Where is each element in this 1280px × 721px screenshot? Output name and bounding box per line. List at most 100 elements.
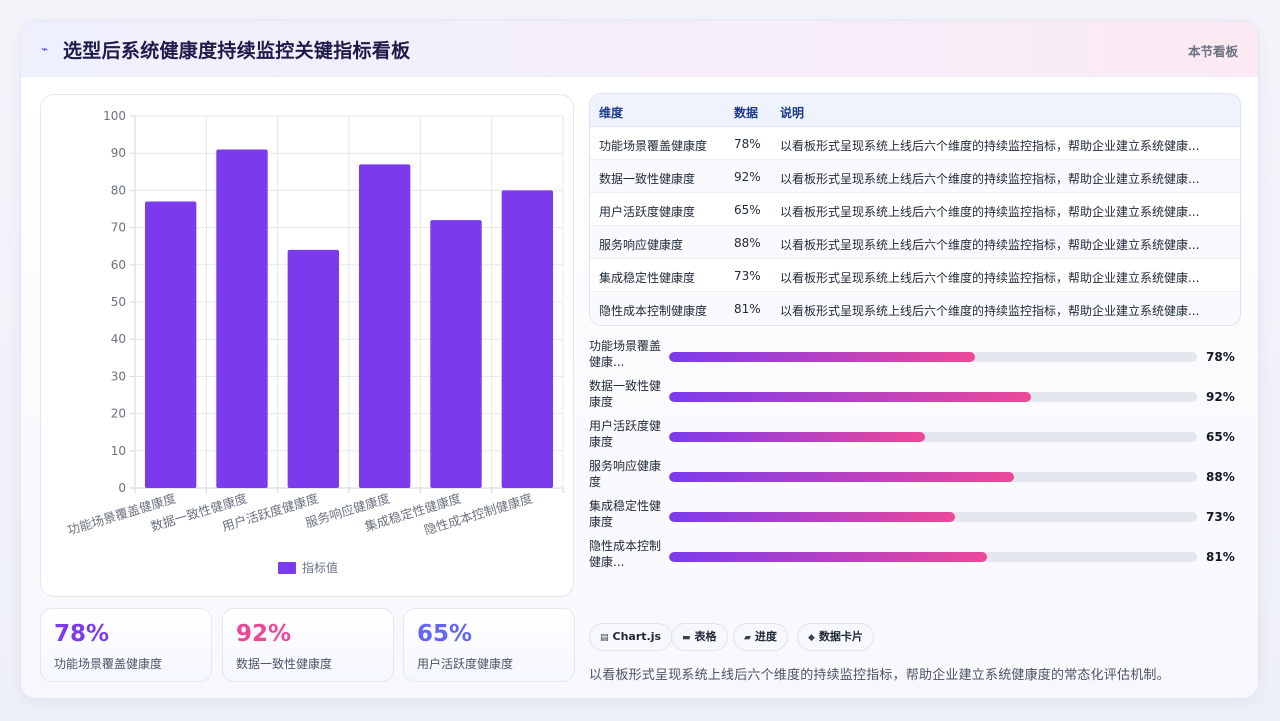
dashboard-frame: ⌁ 选型后系统健康度持续监控关键指标看板 本节看板 0 10 20 30 40 50 60 7…	[20, 20, 1259, 699]
cell-dimension: 服务响应健康度	[599, 238, 684, 252]
legend-label: 指标值	[302, 560, 338, 575]
tag-label: Chart.js	[612, 630, 662, 643]
progress-value: 81%	[1206, 550, 1235, 564]
progress-value: 92%	[1206, 390, 1235, 404]
progress-value: 65%	[1206, 430, 1235, 444]
stat-label: 功能场景覆盖健康度	[54, 657, 163, 671]
progress-label: 功能场景覆盖健康...	[589, 339, 662, 369]
body-area: 0 10 20 30 40 50 60 70 80 90 100 功能场景覆盖健康度 数据一致性健康度用…	[21, 78, 1258, 698]
y-tick-label: 0	[118, 481, 126, 495]
metrics-table: 维度 数据 说明 功能场景覆盖健康度 78% 以看板形式呈现系统上线后六个维度的…	[589, 93, 1241, 326]
tag-label: 表格	[694, 630, 717, 643]
cell-value: 78%	[734, 137, 761, 151]
progress-fill	[669, 352, 976, 362]
column-header-description: 说明	[780, 106, 805, 120]
stat-label: 用户活跃度健康度	[417, 657, 514, 671]
progress-value: 88%	[1206, 470, 1235, 484]
cell-value: 88%	[734, 236, 761, 250]
y-tick-label: 20	[111, 407, 126, 421]
header: ⌁ 选型后系统健康度持续监控关键指标看板 本节看板	[21, 21, 1258, 77]
tag-table[interactable]: ▬ 表格	[671, 623, 728, 651]
table-row: 用户活跃度健康度 65% 以看板形式呈现系统上线后六个维度的持续监控指标，帮助企…	[590, 193, 1240, 226]
progress-fill	[669, 472, 1014, 482]
tag-label: 进度	[754, 630, 777, 643]
cell-description: 以看板形式呈现系统上线后六个维度的持续监控指标，帮助企业建立系统健康...	[780, 172, 1200, 186]
cell-value: 92%	[734, 170, 761, 184]
cell-description: 以看板形式呈现系统上线后六个维度的持续监控指标，帮助企业建立系统健康...	[780, 139, 1200, 153]
progress-list: 功能场景覆盖健康... 78% 数据一致性健康度 92% 用户活跃度健康度 65…	[589, 338, 1249, 569]
progress-track	[669, 352, 1197, 362]
progress-row: 集成稳定性健康度 73%	[589, 498, 1249, 534]
progress-label: 数据一致性健康度	[589, 379, 662, 409]
tag-data-card[interactable]: ◆ 数据卡片	[797, 623, 874, 651]
bar	[358, 164, 411, 489]
y-tick-label: 60	[111, 258, 126, 272]
bar	[144, 201, 197, 488]
cell-dimension: 隐性成本控制健康度	[599, 304, 708, 318]
column-header-value: 数据	[734, 106, 759, 120]
legend-swatch	[278, 562, 296, 574]
progress-label: 用户活跃度健康度	[589, 419, 662, 449]
progress-fill	[669, 512, 956, 522]
progress-track	[669, 512, 1197, 522]
progress-fill	[669, 392, 1031, 402]
table-row: 功能场景覆盖健康度 78% 以看板形式呈现系统上线后六个维度的持续监控指标，帮助…	[590, 127, 1240, 160]
y-tick-label: 70	[111, 221, 126, 235]
page-title: 选型后系统健康度持续监控关键指标看板	[63, 40, 411, 62]
progress-fill	[669, 432, 926, 442]
progress-row: 服务响应健康度 88%	[589, 458, 1249, 494]
cell-dimension: 用户活跃度健康度	[599, 205, 696, 219]
stat-value: 92%	[236, 621, 292, 647]
cell-dimension: 功能场景覆盖健康度	[599, 139, 708, 153]
card-icon: ◆	[808, 633, 815, 643]
tag-chartjs[interactable]: ▤ Chart.js	[589, 623, 673, 651]
cell-description: 以看板形式呈现系统上线后六个维度的持续监控指标，帮助企业建立系统健康...	[780, 304, 1200, 318]
progress-icon: ▰	[744, 633, 751, 643]
stat-label: 数据一致性健康度	[236, 657, 333, 671]
cell-value: 73%	[734, 269, 761, 283]
section-link[interactable]: 本节看板	[1188, 41, 1238, 60]
bar	[216, 149, 268, 489]
stat-card: 65% 用户活跃度健康度	[403, 608, 575, 682]
cell-description: 以看板形式呈现系统上线后六个维度的持续监控指标，帮助企业建立系统健康...	[780, 271, 1200, 285]
cell-description: 以看板形式呈现系统上线后六个维度的持续监控指标，帮助企业建立系统健康...	[780, 205, 1200, 219]
progress-row: 功能场景覆盖健康... 78%	[589, 338, 1249, 374]
stat-value: 78%	[54, 621, 110, 647]
progress-track	[669, 472, 1197, 482]
table-icon: ▬	[682, 633, 691, 643]
y-tick-label: 90	[111, 146, 126, 160]
y-tick-label: 80	[111, 183, 126, 197]
column-header-dimension: 维度	[599, 106, 624, 120]
table-row: 服务响应健康度 88% 以看板形式呈现系统上线后六个维度的持续监控指标，帮助企业…	[590, 226, 1240, 259]
table-row: 隐性成本控制健康度 81% 以看板形式呈现系统上线后六个维度的持续监控指标，帮助…	[590, 292, 1240, 325]
cell-dimension: 数据一致性健康度	[599, 172, 696, 186]
y-tick-label: 10	[111, 444, 126, 458]
progress-value: 73%	[1206, 510, 1235, 524]
bar	[501, 190, 554, 488]
progress-fill	[669, 552, 987, 562]
progress-row: 隐性成本控制健康... 81%	[589, 538, 1249, 574]
progress-track	[669, 552, 1197, 562]
tag-progress[interactable]: ▰ 进度	[733, 623, 788, 651]
y-tick-label: 50	[111, 295, 126, 309]
bar	[287, 249, 340, 488]
y-tick-label: 100	[103, 109, 126, 123]
cell-dimension: 集成稳定性健康度	[599, 271, 696, 285]
progress-label: 集成稳定性健康度	[589, 499, 662, 529]
progress-track	[669, 392, 1197, 402]
bar	[430, 220, 482, 488]
y-tick-label: 30	[111, 369, 126, 383]
stat-value: 65%	[417, 621, 473, 647]
table-row: 集成稳定性健康度 73% 以看板形式呈现系统上线后六个维度的持续监控指标，帮助企…	[590, 259, 1240, 292]
cell-value: 65%	[734, 203, 761, 217]
progress-value: 78%	[1206, 350, 1235, 364]
bar-chart: 0102030405060708090100功能场景覆盖健康度数据一致性健康度用…	[66, 109, 564, 575]
pulse-icon: ⌁	[41, 42, 49, 56]
table-row: 数据一致性健康度 92% 以看板形式呈现系统上线后六个维度的持续监控指标，帮助企…	[590, 160, 1240, 193]
table-header: 维度 数据 说明	[590, 94, 1240, 127]
chart-icon: ▤	[600, 633, 609, 643]
cell-description: 以看板形式呈现系统上线后六个维度的持续监控指标，帮助企业建立系统健康...	[780, 238, 1200, 252]
stat-card: 92% 数据一致性健康度	[222, 608, 394, 682]
footer-description: 以看板形式呈现系统上线后六个维度的持续监控指标，帮助企业建立系统健康度的常态化评…	[589, 668, 1170, 683]
y-tick-label: 40	[111, 332, 126, 346]
